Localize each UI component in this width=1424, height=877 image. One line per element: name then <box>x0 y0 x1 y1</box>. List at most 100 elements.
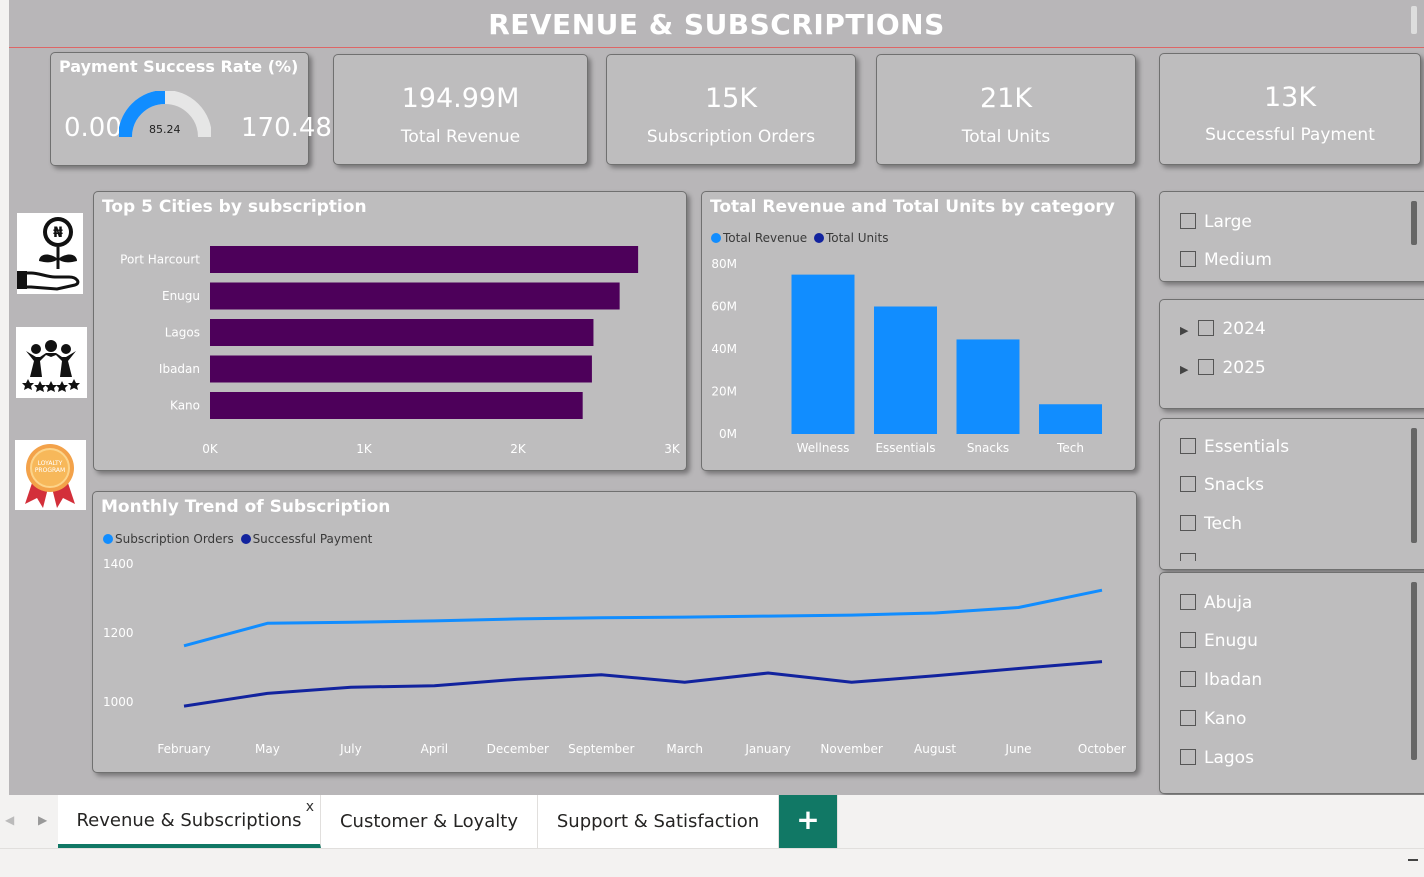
checkbox[interactable] <box>1180 749 1196 765</box>
slicer-option-medium[interactable]: Medium <box>1180 250 1272 270</box>
slicer-option-label: Kano <box>1204 709 1247 729</box>
x-tick-label: December <box>487 742 549 756</box>
slicer-option-label: Ibadan <box>1204 670 1263 690</box>
slicer-option-kano[interactable]: Kano <box>1180 709 1246 729</box>
city-slicer[interactable]: Abuja Enugu Ibadan Kano Lagos <box>1159 572 1424 794</box>
y-tick-label: 1400 <box>103 557 134 571</box>
checkbox[interactable] <box>1180 710 1196 726</box>
slicer-scrollbar[interactable] <box>1411 428 1417 543</box>
title-scroll-handle[interactable] <box>1411 6 1417 34</box>
revenue-bar[interactable] <box>874 306 937 435</box>
year-slicer[interactable]: ▶ 2024 ▶ 2025 <box>1159 299 1424 409</box>
x-tick-label: Tech <box>1056 441 1084 455</box>
kpi-card-successful-payment[interactable]: 13K Successful Payment <box>1159 53 1421 165</box>
x-tick-label: February <box>157 742 210 756</box>
successful-payment-line[interactable] <box>183 660 1103 708</box>
slicer-option-label: 2025 <box>1222 358 1266 378</box>
city-bar[interactable] <box>210 392 583 419</box>
checkbox[interactable] <box>1180 476 1196 492</box>
category-plot: 0M 20M 40M 60M 80M Wellness Essentials Snacks Te… <box>711 257 1102 455</box>
community-stars-icon <box>16 327 87 398</box>
kpi-label: Total Units <box>961 127 1051 147</box>
category-tick-label: Ibadan <box>159 362 200 376</box>
x-tick-label: July <box>339 742 362 756</box>
x-tick-label: June <box>1004 742 1031 756</box>
checkbox[interactable] <box>1180 632 1196 648</box>
city-bar[interactable] <box>210 355 592 383</box>
tab-scroll-right-icon[interactable]: ▶ <box>38 813 47 827</box>
checkbox[interactable] <box>1180 594 1196 610</box>
slicer-option-clipped <box>1180 553 1240 561</box>
city-bar[interactable] <box>210 246 639 273</box>
badge-text-line1: LOYALTY <box>38 460 63 467</box>
slicer-option-2025[interactable]: ▶ 2025 <box>1180 358 1266 378</box>
revenue-bar[interactable] <box>1039 404 1102 434</box>
top-cities-chart[interactable]: Top 5 Cities by subscription Port Harcou… <box>93 191 687 471</box>
monthly-trend-chart[interactable]: Monthly Trend of Subscription Subscripti… <box>92 491 1137 773</box>
tab-scroll-left-icon[interactable]: ◀ <box>5 813 14 827</box>
slicer-option-ibadan[interactable]: Ibadan <box>1180 670 1262 690</box>
checkbox[interactable] <box>1180 438 1196 454</box>
page-tab-bar: ◀ ▶ Revenue & Subscriptions x Customer &… <box>0 795 1424 848</box>
slicer-option-label: Snacks <box>1204 475 1265 495</box>
slicer-option-label: Lagos <box>1204 748 1254 768</box>
monthly-trend-plot: 1000 1200 1400 February May July April December… <box>103 557 1126 756</box>
slicer-option-label: 2024 <box>1222 319 1266 339</box>
slicer-option-abuja[interactable]: Abuja <box>1180 593 1252 613</box>
slicer-option-label: Enugu <box>1204 631 1258 651</box>
checkbox[interactable] <box>1180 671 1196 687</box>
category-chart[interactable]: Total Revenue and Total Units by categor… <box>701 191 1136 471</box>
svg-text:₦: ₦ <box>53 225 63 241</box>
kpi-label: Total Revenue <box>400 127 521 147</box>
x-tick-label: April <box>421 742 448 756</box>
kpi-card-total-revenue[interactable]: 194.99M Total Revenue <box>333 54 588 165</box>
checkbox[interactable] <box>1180 213 1196 229</box>
slicer-option-label: Essentials <box>1204 437 1290 457</box>
x-tick-label: 0K <box>202 442 219 456</box>
slicer-option-tech[interactable]: Tech <box>1180 514 1242 534</box>
checkbox[interactable] <box>1198 359 1215 375</box>
subscription-orders-line[interactable] <box>183 588 1103 648</box>
slicer-option-snacks[interactable]: Snacks <box>1180 475 1264 495</box>
tab-revenue-subscriptions[interactable]: Revenue & Subscriptions x <box>58 795 321 848</box>
x-tick-label: 2K <box>510 442 527 456</box>
slicer-option-large[interactable]: Large <box>1180 212 1252 232</box>
checkbox[interactable] <box>1180 251 1196 267</box>
y-tick-label: 40M <box>711 342 737 356</box>
size-slicer[interactable]: Large Medium <box>1159 191 1424 282</box>
revenue-bar[interactable] <box>791 274 855 434</box>
naira-hand-plant-icon: ₦ <box>17 213 83 294</box>
slicer-scrollbar[interactable] <box>1411 201 1417 245</box>
category-slicer[interactable]: Essentials Snacks Tech <box>1159 418 1424 570</box>
kpi-value: 13K <box>1263 82 1317 113</box>
checkbox[interactable] <box>1198 320 1215 336</box>
gauge-card[interactable]: Payment Success Rate (%) 0.00 170.48 85.… <box>50 52 332 166</box>
x-tick-label: November <box>820 742 882 756</box>
plus-icon: + <box>796 803 820 836</box>
slicer-option-label: Medium <box>1204 250 1272 270</box>
slicer-option-essentials[interactable]: Essentials <box>1180 437 1289 457</box>
tab-close-icon[interactable]: x <box>306 781 314 833</box>
slicer-scrollbar[interactable] <box>1411 582 1417 760</box>
tab-customer-loyalty[interactable]: Customer & Loyalty <box>321 795 538 848</box>
gauge-min-label: 0.00 <box>64 113 122 143</box>
expand-chevron-icon[interactable]: ▶ <box>1180 324 1188 337</box>
city-bar[interactable] <box>210 319 594 346</box>
report-canvas: REVENUE & SUBSCRIPTIONS Payment Success … <box>0 0 1424 795</box>
city-bar[interactable] <box>210 282 620 310</box>
checkbox[interactable] <box>1180 515 1196 531</box>
slicer-option-2024[interactable]: ▶ 2024 <box>1180 319 1266 339</box>
x-tick-label: Snacks <box>967 441 1009 455</box>
slicer-option-lagos[interactable]: Lagos <box>1180 748 1254 768</box>
x-tick-label: Wellness <box>797 441 850 455</box>
expand-chevron-icon[interactable]: ▶ <box>1180 363 1188 376</box>
slicer-option-enugu[interactable]: Enugu <box>1180 631 1258 651</box>
add-page-button[interactable]: + <box>779 795 838 848</box>
revenue-bar[interactable] <box>956 339 1020 434</box>
y-tick-label: 80M <box>711 257 737 271</box>
kpi-card-total-units[interactable]: 21K Total Units <box>876 54 1136 165</box>
tab-label: Customer & Loyalty <box>339 811 519 832</box>
tab-support-satisfaction[interactable]: Support & Satisfaction <box>538 795 779 848</box>
zoom-minus-icon[interactable] <box>1408 859 1418 861</box>
kpi-card-subscription-orders[interactable]: 15K Subscription Orders <box>606 54 856 165</box>
